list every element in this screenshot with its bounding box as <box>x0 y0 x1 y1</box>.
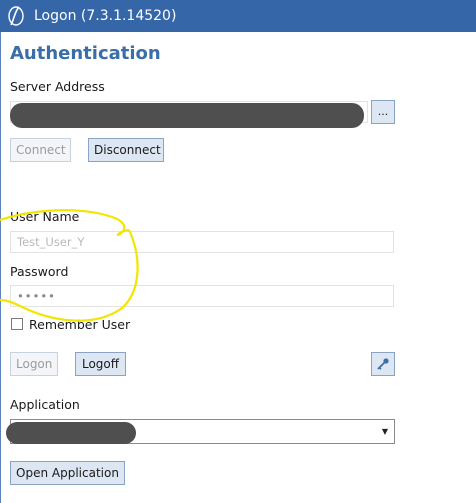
dropdown-arrow-icon: ▼ <box>381 427 388 436</box>
key-button[interactable] <box>371 352 395 376</box>
logoff-button[interactable]: Logoff <box>75 352 126 376</box>
logon-button[interactable]: Logon <box>10 352 58 376</box>
remember-user-label: Remember User <box>29 317 131 332</box>
redacted-server-address <box>10 103 364 128</box>
connect-button[interactable]: Connect <box>10 138 71 162</box>
username-input[interactable] <box>10 231 394 253</box>
server-address-label: Server Address <box>10 79 105 94</box>
key-icon <box>377 358 389 370</box>
browse-server-button[interactable]: ... <box>371 100 395 124</box>
redacted-application <box>6 422 136 444</box>
remember-user-checkbox[interactable] <box>11 318 23 330</box>
logo-icon <box>8 6 24 26</box>
application-label: Application <box>10 397 80 412</box>
open-application-button[interactable]: Open Application <box>10 461 125 485</box>
password-input[interactable] <box>10 285 394 307</box>
window-border <box>0 32 1 503</box>
window-titlebar: Logon (7.3.1.14520) <box>0 0 476 32</box>
disconnect-button[interactable]: Disconnect <box>88 138 164 162</box>
username-label: User Name <box>10 209 80 224</box>
password-label: Password <box>10 264 69 279</box>
page-title: Authentication <box>10 43 161 64</box>
window-title: Logon (7.3.1.14520) <box>34 8 177 24</box>
